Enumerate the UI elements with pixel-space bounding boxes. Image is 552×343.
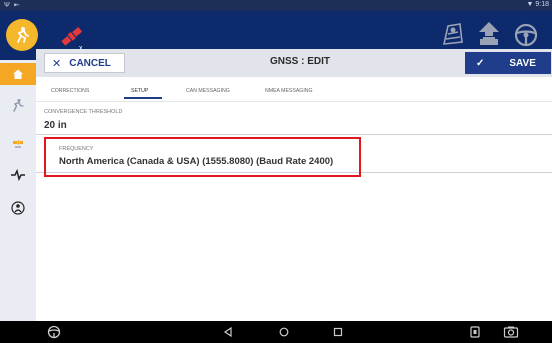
status-time: ▼ 9:18 [526, 1, 550, 8]
active-tab-indicator [124, 97, 162, 99]
cancel-label: CANCEL [69, 57, 111, 69]
divider [36, 134, 552, 135]
guidance-icon[interactable] [0, 94, 36, 116]
close-icon: ✕ [52, 57, 62, 70]
back-icon[interactable] [223, 327, 233, 337]
convergence-threshold-value[interactable]: 20 in [44, 120, 67, 131]
tabs-divider [36, 101, 552, 102]
check-icon: ✓ [476, 57, 485, 69]
recents-icon[interactable] [333, 327, 343, 337]
gnss-icon[interactable] [0, 132, 36, 154]
tab-can-messaging[interactable]: CAN MESSAGING [186, 80, 230, 102]
tab-nmea-messaging[interactable]: NMEA MESSAGING [265, 80, 313, 102]
implement-icon[interactable] [438, 20, 468, 50]
operator-icon[interactable] [0, 197, 36, 219]
screenshot-icon[interactable] [468, 325, 482, 339]
camera-icon[interactable] [503, 325, 519, 339]
status-indicators: Ψ ⇤ [4, 2, 21, 9]
steering-icon[interactable] [511, 20, 541, 50]
frequency-highlight-box [44, 137, 361, 177]
tab-bar: CORRECTIONS SETUP CAN MESSAGING NMEA MES… [36, 80, 552, 102]
tab-corrections[interactable]: CORRECTIONS [51, 80, 89, 102]
vehicle-icon[interactable] [474, 20, 504, 50]
signal-icon[interactable] [0, 164, 36, 186]
save-button[interactable]: ✓ SAVE [465, 52, 551, 74]
page-title: GNSS : EDIT [269, 56, 330, 67]
home-icon[interactable] [0, 63, 36, 85]
home-circle-icon[interactable] [279, 327, 289, 337]
status-bar: Ψ ⇤ ▼ 9:18 [0, 0, 552, 11]
satellite-icon[interactable]: x [59, 25, 87, 51]
save-label: SAVE [509, 57, 536, 69]
cancel-button[interactable]: ✕ CANCEL [44, 53, 125, 73]
convergence-threshold-label: CONVERGENCE THRESHOLD [44, 109, 123, 115]
logo-icon[interactable] [6, 19, 38, 51]
steering-wheel-icon[interactable] [47, 325, 61, 339]
